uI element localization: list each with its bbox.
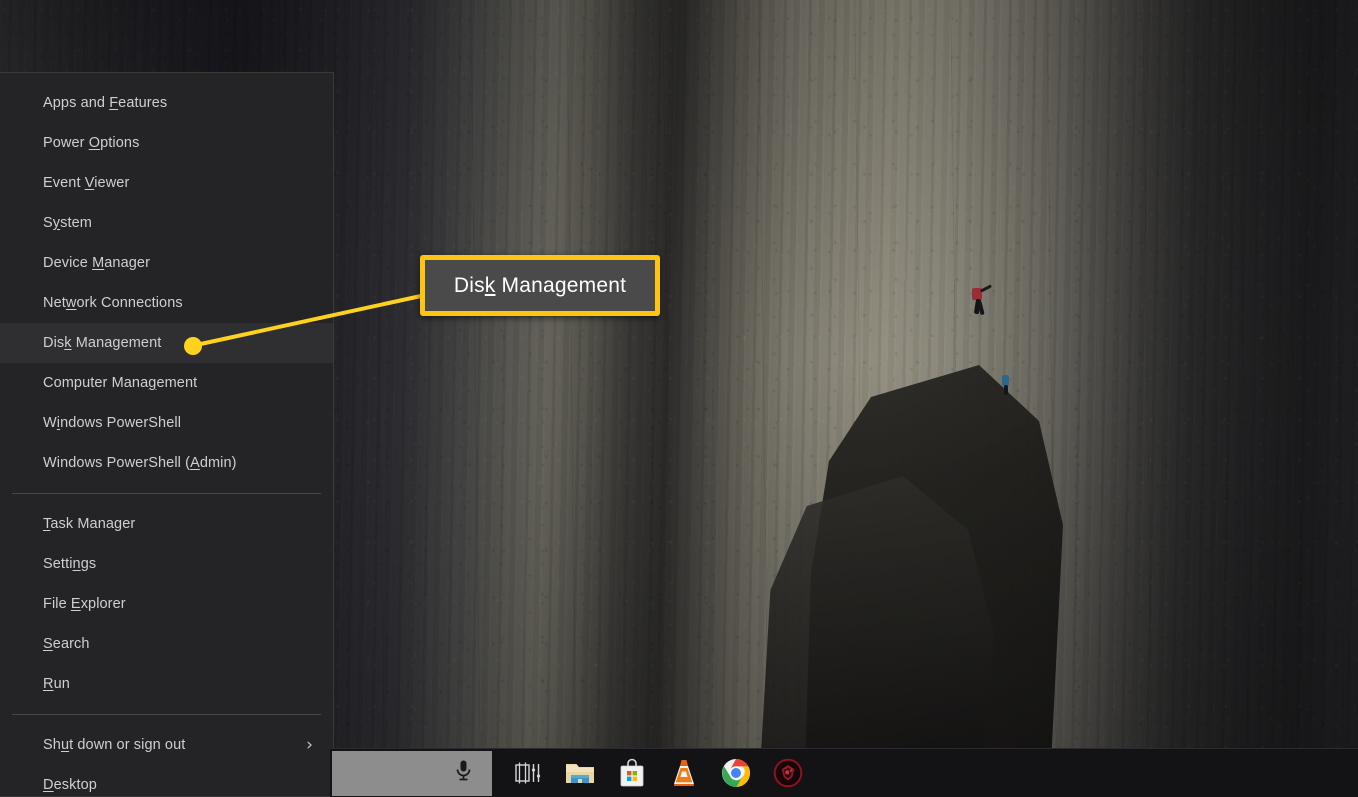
menu-item-desktop[interactable]: Desktop <box>0 765 333 797</box>
menu-item-label: Settings <box>43 556 97 572</box>
task-view-icon[interactable] <box>502 749 554 797</box>
google-chrome-icon[interactable] <box>710 749 762 797</box>
menu-item-label: Windows PowerShell (Admin) <box>43 455 237 471</box>
power-user-menu[interactable]: Apps and Features Power Options Event Vi… <box>0 72 334 797</box>
file-explorer-icon[interactable] <box>554 749 606 797</box>
menu-item-label: Network Connections <box>43 295 183 311</box>
menu-separator-1 <box>12 493 321 494</box>
menu-item-device-manager[interactable]: Device Manager <box>0 243 333 283</box>
menu-item-label: Windows PowerShell <box>43 415 182 431</box>
annotation-callout-label: Disk Management <box>453 273 627 297</box>
menu-item-run[interactable]: Run <box>0 664 333 704</box>
vlc-media-player-icon[interactable] <box>658 749 710 797</box>
microsoft-store-icon[interactable] <box>606 749 658 797</box>
menu-item-computer-management[interactable]: Computer Management <box>0 363 333 403</box>
menu-item-label: System <box>43 215 92 231</box>
microphone-icon[interactable] <box>455 759 472 788</box>
menu-section-system: Apps and Features Power Options Event Vi… <box>0 83 333 483</box>
menu-section-session: Shut down or sign out › Desktop <box>0 725 333 797</box>
menu-item-label: Desktop <box>43 777 97 793</box>
menu-item-disk-management[interactable]: Disk Management <box>0 323 333 363</box>
menu-item-label: Power Options <box>43 135 140 151</box>
menu-item-windows-powershell[interactable]: Windows PowerShell <box>0 403 333 443</box>
menu-item-label: File Explorer <box>43 596 126 612</box>
menu-item-label: Task Manager <box>43 516 136 532</box>
annotation-callout-disk-management: Disk Management <box>420 255 660 316</box>
menu-item-label: Apps and Features <box>43 95 168 111</box>
chevron-right-icon: › <box>306 734 313 755</box>
desktop-screen: Apps and Features Power Options Event Vi… <box>0 0 1358 797</box>
menu-item-search[interactable]: Search <box>0 624 333 664</box>
menu-item-label: Shut down or sign out <box>43 737 186 753</box>
taskbar[interactable] <box>330 748 1358 797</box>
menu-separator-2 <box>12 714 321 715</box>
red-emblem-app-icon[interactable] <box>762 749 814 797</box>
menu-item-windows-powershell-admin[interactable]: Windows PowerShell (Admin) <box>0 443 333 483</box>
menu-item-settings[interactable]: Settings <box>0 544 333 584</box>
menu-item-shut-down-or-sign-out[interactable]: Shut down or sign out › <box>0 725 333 765</box>
menu-item-event-viewer[interactable]: Event Viewer <box>0 163 333 203</box>
menu-item-file-explorer[interactable]: File Explorer <box>0 584 333 624</box>
menu-item-label: Run <box>43 676 70 692</box>
menu-item-power-options[interactable]: Power Options <box>0 123 333 163</box>
menu-item-network-connections[interactable]: Network Connections <box>0 283 333 323</box>
menu-item-label: Computer Management <box>43 375 198 391</box>
menu-section-tools: Task Manager Settings File Explorer Sear… <box>0 504 333 704</box>
menu-item-task-manager[interactable]: Task Manager <box>0 504 333 544</box>
taskbar-search-box[interactable] <box>332 750 492 796</box>
menu-item-system[interactable]: System <box>0 203 333 243</box>
menu-item-label: Event Viewer <box>43 175 130 191</box>
menu-item-label: Disk Management <box>43 335 162 351</box>
menu-item-label: Device Manager <box>43 255 150 271</box>
menu-item-apps-and-features[interactable]: Apps and Features <box>0 83 333 123</box>
menu-item-label: Search <box>43 636 90 652</box>
